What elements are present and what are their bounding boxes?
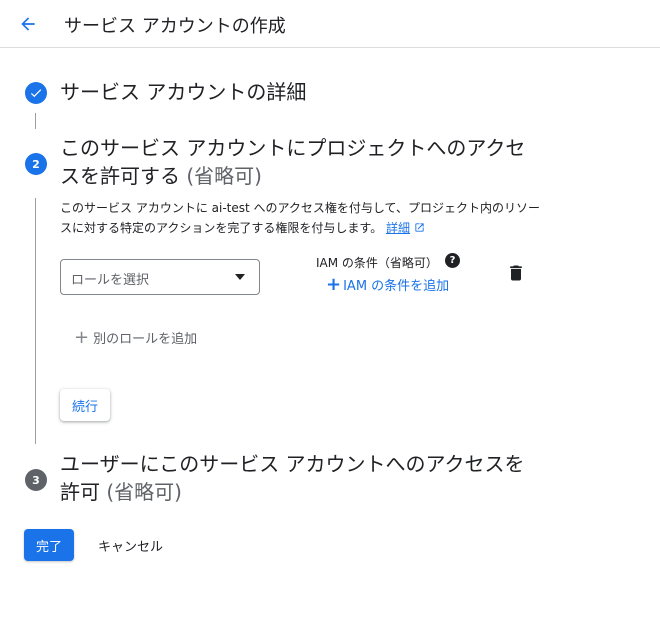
back-button[interactable] [14,10,42,38]
add-iam-condition-button[interactable]: + IAM の条件を追加 [326,275,449,294]
step-2-optional: (省略可) [186,164,262,188]
step-2-title: このサービス アカウントにプロジェクトへのアクセスを許可する (省略可) [60,134,540,190]
add-another-role-button[interactable]: + 別のロールを追加 [74,328,197,347]
arrow-back-icon [21,17,35,31]
step-1-title[interactable]: サービス アカウントの詳細 [60,78,306,106]
step-1-check-icon [25,82,47,104]
description-text: このサービス アカウントに ai-test へのアクセス権を付与して、プロジェク… [60,201,540,235]
check-icon [30,89,42,98]
step-2-title-text: このサービス アカウントにプロジェクトへのアクセスを許可する [60,136,526,188]
step-3-optional: (省略可) [106,480,182,504]
details-link[interactable]: 詳細 [386,221,410,235]
open-in-new-icon [415,223,424,232]
plus-icon: + [74,326,90,348]
trash-icon [510,265,522,281]
role-select[interactable]: ロールを選択 [60,259,260,295]
step-2-description: このサービス アカウントに ai-test へのアクセス権を付与して、プロジェク… [60,198,550,238]
page-title: サービス アカウントの作成 [64,16,286,37]
plus-icon: + [326,273,342,295]
step-2-number: 2 [25,153,47,175]
step-connector-2 [35,198,36,444]
step-3-title[interactable]: ユーザーにこのサービス アカウントへのアクセスを許可 (省略可) [60,450,540,506]
page-header: サービス アカウントの作成 [0,0,660,48]
delete-role-button[interactable] [506,262,526,284]
step-connector-1 [35,113,36,129]
add-role-label: 別のロールを追加 [93,332,198,347]
step-3-number: 3 [25,469,47,491]
cancel-button[interactable]: キャンセル [88,529,173,561]
role-select-placeholder: ロールを選択 [71,273,150,288]
done-button[interactable]: 完了 [24,529,74,561]
continue-button[interactable]: 続行 [60,389,110,421]
add-iam-condition-label: IAM の条件を追加 [343,279,450,294]
help-icon[interactable]: ? [445,253,460,268]
iam-condition-label: IAM の条件（省略可） [316,256,438,270]
dropdown-arrow-icon [235,274,245,280]
